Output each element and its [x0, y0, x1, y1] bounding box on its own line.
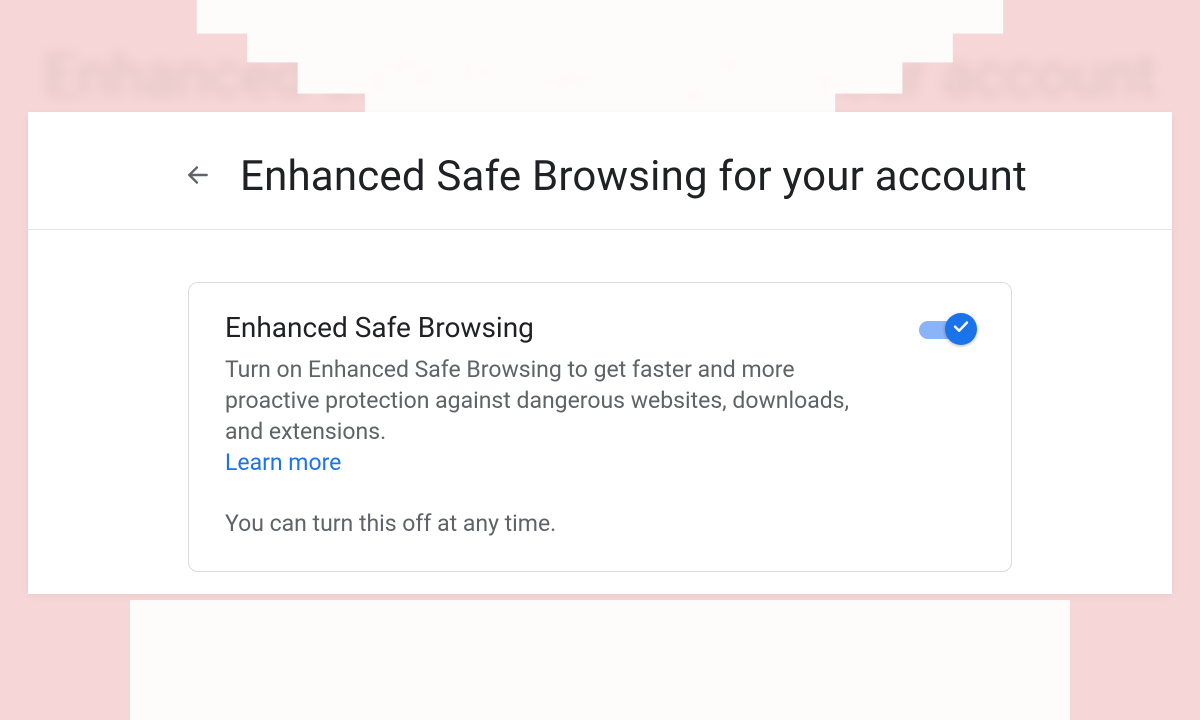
decorative-bottom-strip	[130, 600, 1070, 720]
page-title: Enhanced Safe Browsing for your account	[240, 152, 1027, 201]
card-title: Enhanced Safe Browsing	[225, 311, 879, 344]
learn-more-link[interactable]: Learn more	[225, 449, 341, 476]
checkmark-icon	[952, 318, 970, 340]
background-ghost-title: Enhanced Safe Browsing for your account	[0, 40, 1200, 111]
back-button[interactable]	[178, 157, 218, 197]
panel-header: Enhanced Safe Browsing for your account	[28, 112, 1172, 230]
decorative-torn-edge	[180, 0, 1020, 120]
toggle-thumb	[945, 313, 977, 345]
card-text-block: Enhanced Safe Browsing Turn on Enhanced …	[225, 311, 879, 537]
card-note: You can turn this off at any time.	[225, 510, 879, 537]
enhanced-safe-browsing-card: Enhanced Safe Browsing Turn on Enhanced …	[188, 282, 1012, 572]
card-description: Turn on Enhanced Safe Browsing to get fa…	[225, 354, 879, 447]
settings-panel: Enhanced Safe Browsing for your account …	[28, 112, 1172, 594]
arrow-left-icon	[185, 162, 211, 192]
enhanced-safe-browsing-toggle[interactable]	[919, 315, 975, 343]
